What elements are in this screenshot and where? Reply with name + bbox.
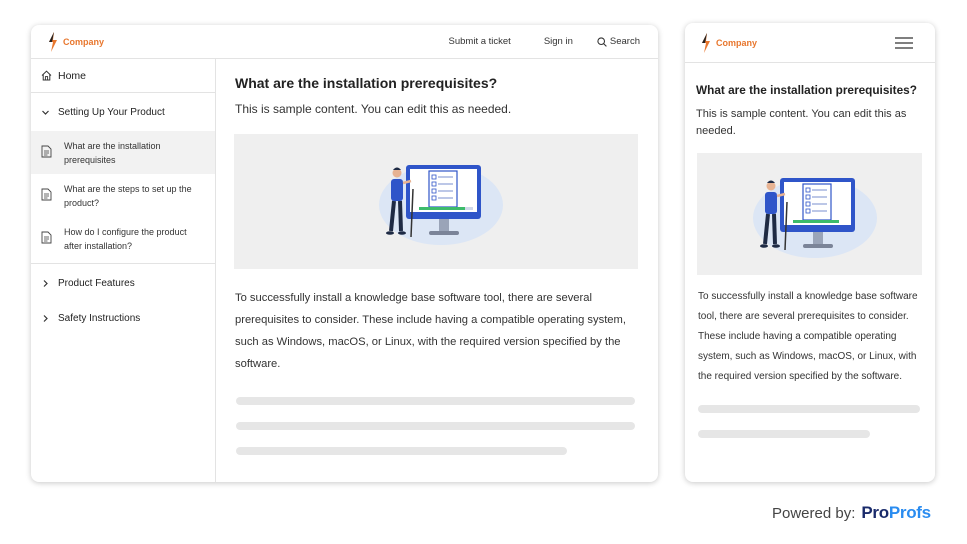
skeleton-line [698, 405, 920, 413]
skeleton-line [698, 430, 870, 438]
company-logo[interactable]: Company [47, 31, 105, 52]
sidebar-article-configure[interactable]: How do I configure the product after ins… [31, 217, 215, 260]
search-icon [597, 36, 607, 47]
article-illustration [234, 134, 638, 269]
sidebar-section-label: Product Features [58, 277, 135, 289]
sidebar-section-label: Setting Up Your Product [58, 106, 165, 118]
search-button[interactable]: Search [597, 36, 640, 47]
header-nav: Submit a ticket Sign in Search [416, 36, 640, 47]
brand-part-1: Pro [861, 503, 889, 522]
sidebar-article-prerequisites[interactable]: What are the installation prerequisites [31, 131, 215, 174]
desktop-preview: Company Submit a ticket Sign in Search H… [31, 25, 658, 482]
article-content: What are the installation prerequisites?… [216, 59, 658, 482]
powered-by: Powered by: ProProfs [772, 503, 931, 523]
skeleton-line [236, 422, 635, 430]
person-at-computer-illustration [379, 165, 503, 245]
sidebar-article-setup-steps[interactable]: What are the steps to set up the product… [31, 174, 215, 217]
sidebar-item-label: Home [58, 69, 87, 82]
mobile-article-content: What are the installation prerequisites?… [685, 63, 935, 438]
article-body: To successfully install a knowledge base… [698, 291, 918, 382]
lightning-logo-icon [49, 31, 57, 52]
chevron-right-icon [43, 279, 48, 287]
sidebar-section-product-features[interactable]: Product Features [31, 264, 215, 302]
article-lead: This is sample content. You can edit thi… [235, 102, 512, 116]
chevron-down-icon [42, 110, 49, 115]
article-body: To successfully install a knowledge base… [235, 292, 626, 370]
mobile-preview: Company What are the installation prereq… [685, 23, 935, 482]
sign-in-link[interactable]: Sign in [544, 36, 573, 47]
chevron-right-icon [43, 314, 48, 322]
brand-part-2: Profs [888, 503, 931, 522]
document-icon [41, 145, 52, 158]
sidebar-article-label: What are the installation prerequisites [64, 141, 161, 166]
sidebar-section-setting-up[interactable]: Setting Up Your Product [31, 93, 215, 131]
proprofs-logo[interactable]: ProProfs [861, 503, 931, 523]
lightning-logo-icon [702, 32, 710, 53]
document-icon [41, 188, 52, 201]
logo-text: Company [716, 37, 758, 48]
hamburger-icon[interactable] [895, 36, 913, 50]
person-at-computer-illustration [752, 177, 877, 258]
logo-text: Company [63, 36, 105, 47]
skeleton-line [236, 447, 567, 455]
sidebar-article-label: What are the steps to set up the product… [64, 183, 192, 209]
sidebar: Home Setting Up Your Product What are th… [31, 59, 216, 482]
sidebar-section-label: Safety Instructions [58, 312, 141, 324]
mobile-header: Company [685, 23, 935, 63]
powered-by-label: Powered by: [772, 504, 856, 522]
skeleton-line [236, 397, 635, 405]
article-illustration [697, 153, 922, 275]
article-lead: This is sample content. You can edit thi… [696, 108, 907, 137]
submit-ticket-link[interactable]: Submit a ticket [449, 36, 511, 47]
home-icon [41, 70, 52, 81]
article-title: What are the installation prerequisites? [696, 83, 917, 97]
search-label: Search [609, 36, 640, 47]
site-header: Company Submit a ticket Sign in Search [31, 25, 658, 59]
sidebar-article-label: How do I configure the product after ins… [64, 226, 187, 251]
article-title: What are the installation prerequisites? [235, 75, 498, 91]
company-logo[interactable]: Company [700, 32, 758, 53]
sidebar-item-home[interactable]: Home [31, 59, 215, 93]
sidebar-section-safety[interactable]: Safety Instructions [31, 299, 215, 337]
document-icon [41, 231, 52, 244]
